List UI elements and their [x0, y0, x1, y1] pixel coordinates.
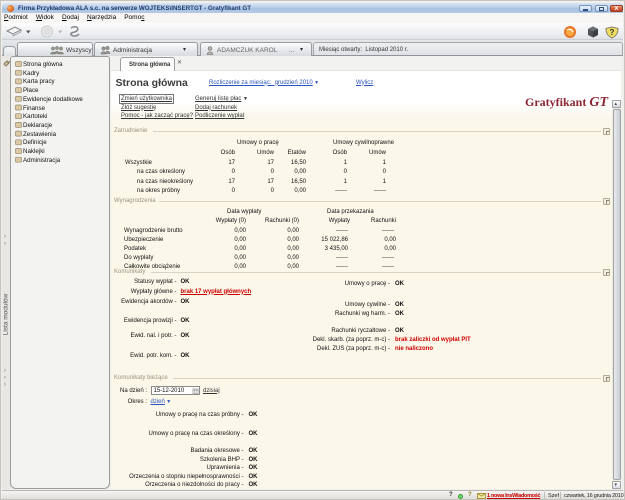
- svg-text:?: ?: [610, 28, 615, 37]
